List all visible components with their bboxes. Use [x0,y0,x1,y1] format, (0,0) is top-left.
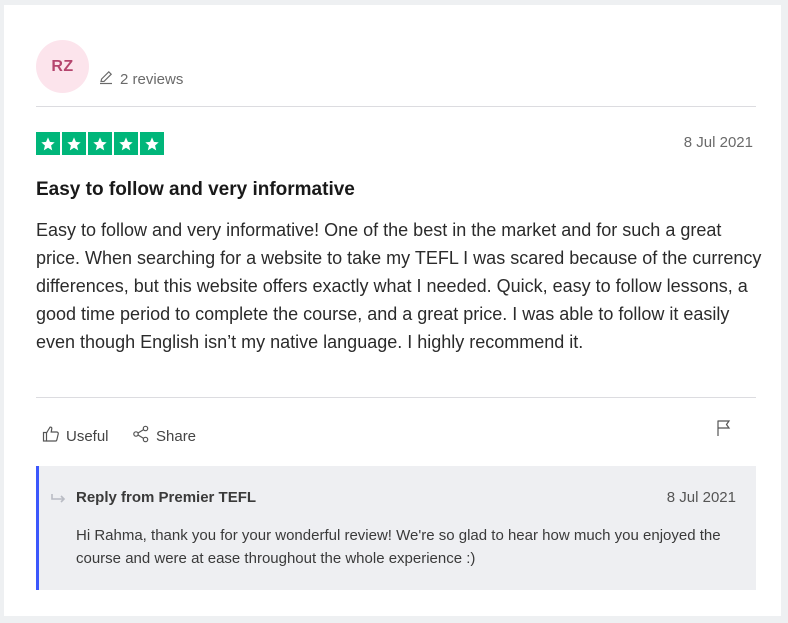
star-rating [36,132,164,155]
reply-date: 8 Jul 2021 [666,489,736,506]
useful-label: Useful [66,427,109,445]
reviews-count[interactable]: 2 reviews [98,69,183,89]
reply-text: Hi Rahma, thank you for your wonderful r… [76,527,721,567]
review-title[interactable]: Easy to follow and very informative [36,179,355,201]
reviews-count-label: 2 reviews [120,70,184,88]
actions-divider [36,397,756,398]
review-text: Easy to follow and very informative! One… [36,220,762,352]
star-icon [114,132,138,155]
share-button[interactable]: Share [132,425,196,447]
star-icon [62,132,86,155]
pencil-icon [98,69,114,89]
reply-title: Reply from Premier TEFL [76,489,257,506]
useful-button[interactable]: Useful [42,425,109,447]
share-icon [132,425,150,447]
star-icon [140,132,164,155]
star-icon [88,132,112,155]
company-reply: Reply from Premier TEFL 8 Jul 2021 Hi Ra… [36,466,756,590]
header-divider [36,106,756,107]
thumbs-up-icon [42,425,60,447]
share-label: Share [156,427,197,445]
review-card: RZ 2 reviews 8 Jul 2021 Easy to follow a… [4,5,781,616]
star-icon [36,132,60,155]
review-date: 8 Jul 2021 [683,134,753,151]
reply-arrow-icon [51,492,67,510]
avatar[interactable]: RZ [36,40,89,93]
flag-icon[interactable] [716,419,732,442]
